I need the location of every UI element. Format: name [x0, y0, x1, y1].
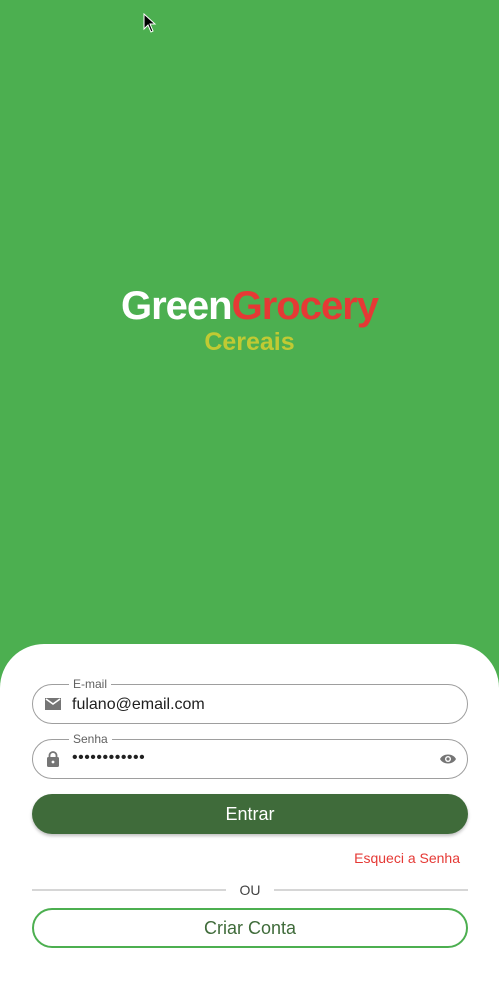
login-screen: GreenGrocery Cereais E-mail fulano@email…	[0, 0, 499, 985]
email-field[interactable]: E-mail fulano@email.com	[32, 677, 468, 724]
app-subtitle: Cereais	[204, 328, 295, 356]
password-label: Senha	[69, 732, 112, 746]
logo-word-green: Green	[120, 284, 233, 328]
divider-line-right	[274, 889, 468, 891]
lock-icon	[47, 751, 59, 767]
mail-icon	[45, 698, 61, 710]
eye-icon[interactable]	[439, 752, 457, 766]
email-label: E-mail	[69, 677, 112, 691]
divider-line-left	[32, 889, 226, 891]
email-value: fulano@email.com	[72, 696, 205, 713]
login-button[interactable]: Entrar	[32, 794, 468, 834]
create-account-button[interactable]: Criar Conta	[32, 908, 468, 948]
logo-word-grocery: Grocery	[231, 284, 379, 328]
password-field[interactable]: Senha ••••••••••••	[32, 732, 468, 779]
forgot-password-link[interactable]: Esqueci a Senha	[354, 850, 460, 866]
password-value: ••••••••••••	[72, 749, 146, 766]
app-logo-title: GreenGrocery	[0, 284, 499, 329]
mouse-cursor-icon	[143, 13, 157, 33]
divider-label: OU	[239, 882, 261, 898]
